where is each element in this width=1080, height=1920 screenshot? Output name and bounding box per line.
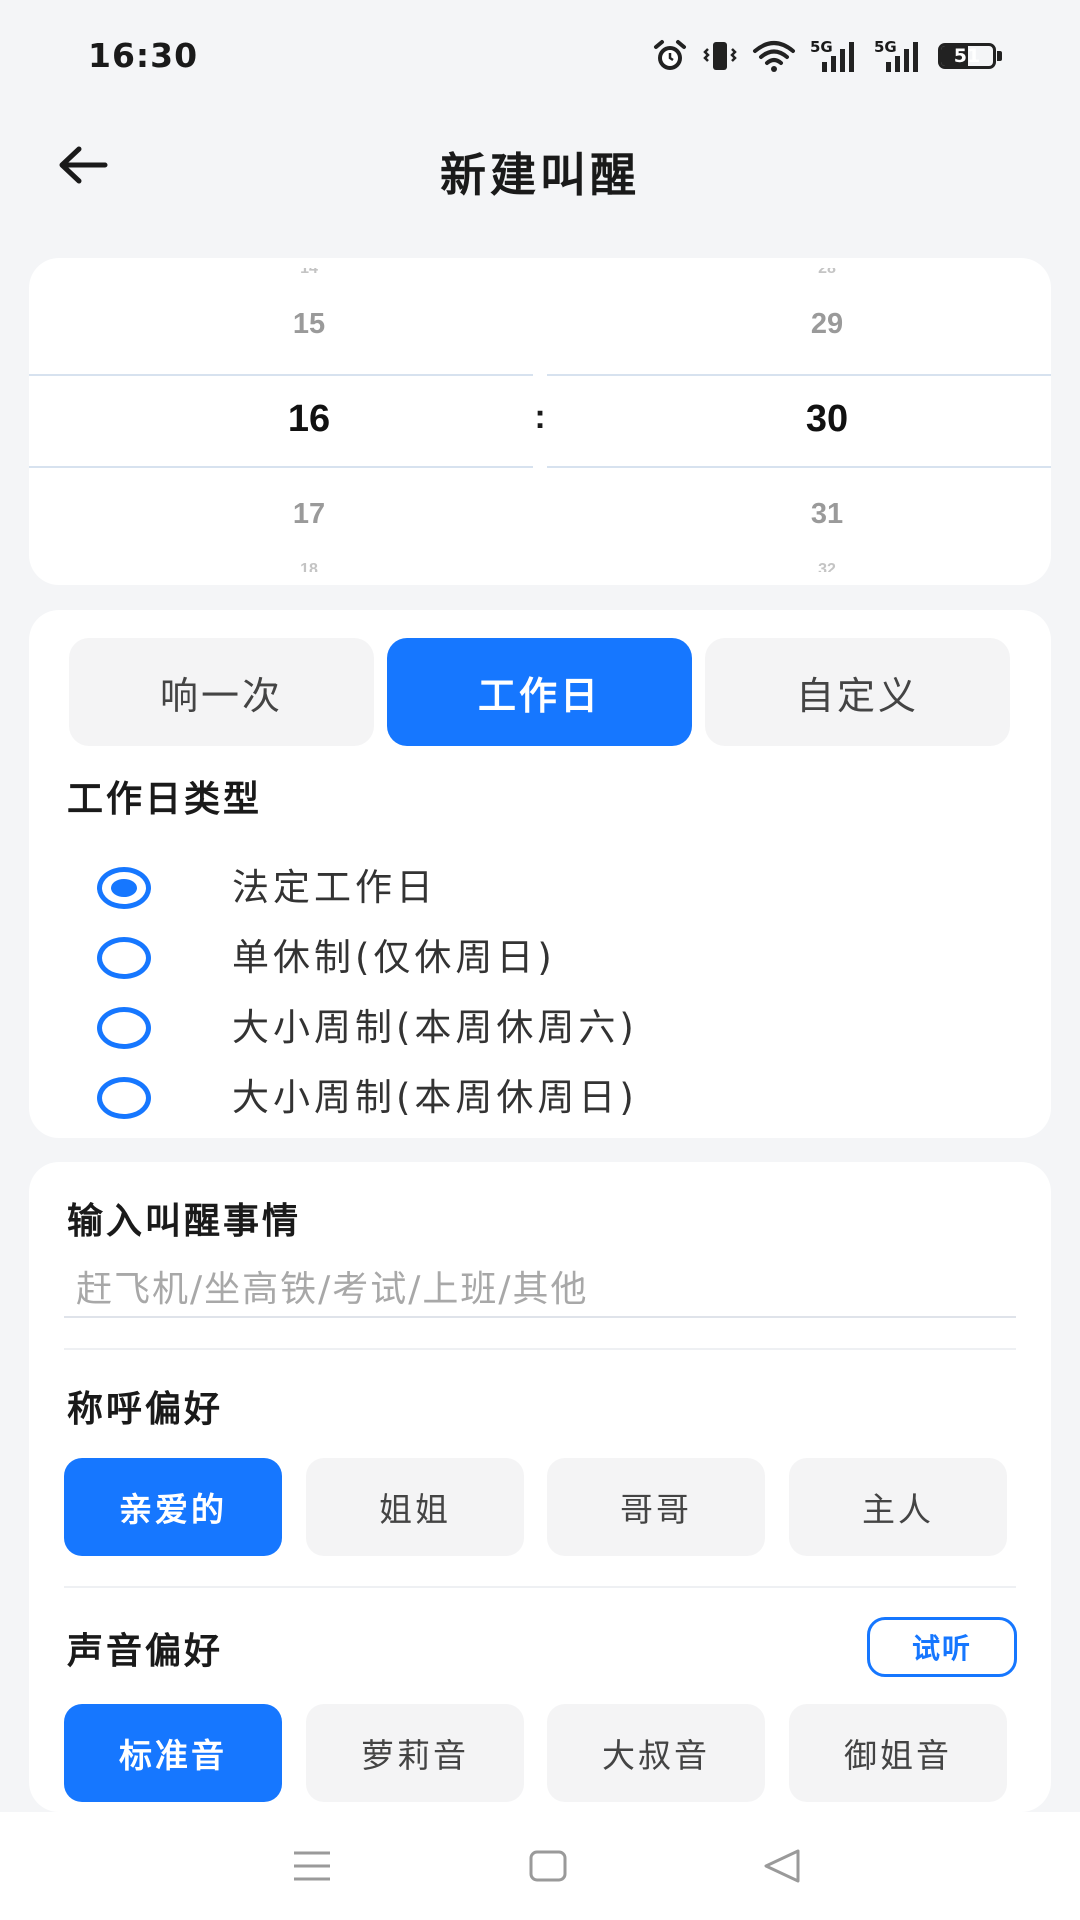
address-chip-brother[interactable]: 哥哥 <box>547 1458 765 1556</box>
hour-option[interactable]: 15 <box>159 308 459 341</box>
battery-level: 51 <box>953 45 981 67</box>
signal-5g-icon: 5G <box>874 38 924 74</box>
repeat-custom-tab[interactable]: 自定义 <box>705 638 1010 746</box>
hour-option[interactable]: 18 <box>159 560 459 572</box>
menu-icon <box>294 1851 330 1881</box>
radio-checked[interactable] <box>97 867 151 909</box>
back-triangle-icon <box>764 1849 800 1883</box>
workday-type-label: 法定工作日 <box>232 866 437 909</box>
listen-button[interactable]: 试听 <box>867 1617 1017 1677</box>
nav-menu-button[interactable] <box>272 1836 352 1896</box>
time-separator: : <box>534 398 546 436</box>
voice-chip-loli[interactable]: 萝莉音 <box>306 1704 524 1802</box>
home-icon <box>529 1850 567 1882</box>
battery-icon: 51 <box>938 40 1002 72</box>
hour-selected[interactable]: 16 <box>159 398 459 441</box>
divider <box>64 1348 1016 1350</box>
status-time: 16:30 <box>88 36 199 75</box>
voice-title: 声音偏好 <box>67 1631 224 1672</box>
voice-chip-lady[interactable]: 御姐音 <box>789 1704 1007 1802</box>
address-chip-master[interactable]: 主人 <box>789 1458 1007 1556</box>
workday-type-option[interactable]: 单休制(仅休周日) <box>29 933 1051 993</box>
nav-back-button[interactable] <box>742 1836 822 1896</box>
address-chip-sister[interactable]: 姐姐 <box>306 1458 524 1556</box>
workday-type-label: 大小周制(本周休周日) <box>232 1076 638 1119</box>
voice-chip-standard[interactable]: 标准音 <box>64 1704 282 1802</box>
workday-type-label: 单休制(仅休周日) <box>232 936 556 979</box>
minute-option[interactable]: 32 <box>677 560 977 572</box>
minute-selected[interactable]: 30 <box>677 398 977 441</box>
navigation-bar <box>0 1812 1080 1920</box>
nav-home-button[interactable] <box>508 1836 588 1896</box>
address-title: 称呼偏好 <box>67 1389 224 1430</box>
minute-option[interactable]: 28 <box>677 268 977 280</box>
status-icons: 5G 5G 51 <box>652 38 1002 74</box>
minute-wheel[interactable]: 28 29 30 31 32 <box>677 258 977 585</box>
workday-type-option[interactable]: 法定工作日 <box>29 863 1051 923</box>
remind-input[interactable] <box>64 1262 1016 1318</box>
workday-type-option[interactable]: 大小周制(本周休周日) <box>29 1073 1051 1133</box>
page-title: 新建叫醒 <box>440 148 640 202</box>
preference-card: 输入叫醒事情 称呼偏好 亲爱的 姐姐 哥哥 主人 声音偏好 试听 标准音 萝莉音… <box>29 1162 1051 1812</box>
status-bar: 16:30 5G 5G 51 <box>0 0 1080 115</box>
radio-unchecked[interactable] <box>97 1007 151 1049</box>
alarm-icon <box>652 38 688 74</box>
repeat-workday-tab[interactable]: 工作日 <box>387 638 692 746</box>
remind-title: 输入叫醒事情 <box>67 1201 302 1242</box>
hour-wheel[interactable]: 14 15 16 17 18 <box>159 258 459 585</box>
hour-option[interactable]: 14 <box>159 268 459 280</box>
workday-type-title: 工作日类型 <box>67 779 263 820</box>
time-picker: 14 15 16 17 18 : 28 29 30 31 32 <box>29 258 1051 585</box>
address-chip-dear[interactable]: 亲爱的 <box>64 1458 282 1556</box>
repeat-once-tab[interactable]: 响一次 <box>69 638 374 746</box>
header: 新建叫醒 <box>0 115 1080 215</box>
workday-type-option[interactable]: 大小周制(本周休周六) <box>29 1003 1051 1063</box>
workday-type-label: 大小周制(本周休周六) <box>232 1006 638 1049</box>
minute-option[interactable]: 29 <box>677 308 977 341</box>
wifi-icon <box>752 38 796 74</box>
hour-option[interactable]: 17 <box>159 498 459 531</box>
radio-unchecked[interactable] <box>97 1077 151 1119</box>
radio-unchecked[interactable] <box>97 937 151 979</box>
signal-5g-icon: 5G <box>810 38 860 74</box>
divider <box>64 1586 1016 1588</box>
minute-option[interactable]: 31 <box>677 498 977 531</box>
vibrate-icon <box>702 38 738 74</box>
voice-chip-uncle[interactable]: 大叔音 <box>547 1704 765 1802</box>
repeat-card: 响一次 工作日 自定义 工作日类型 法定工作日 单休制(仅休周日) 大小周制(本… <box>29 610 1051 1138</box>
